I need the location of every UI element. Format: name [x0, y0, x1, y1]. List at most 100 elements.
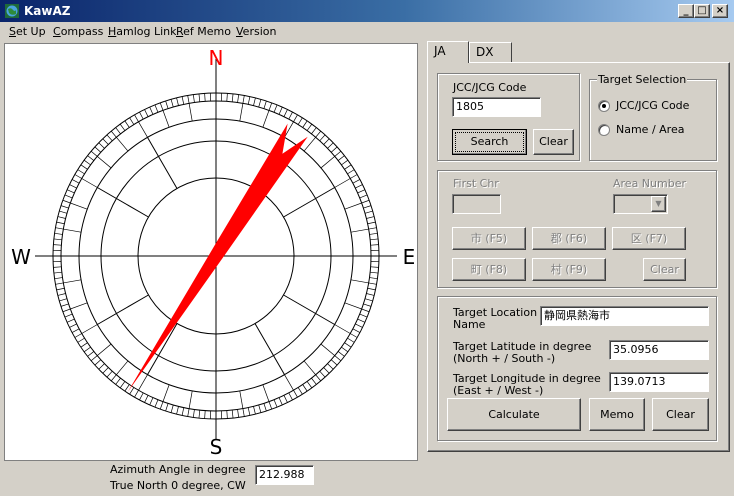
compass-tick [94, 146, 102, 153]
compass-tick [258, 99, 262, 108]
compass-tick [344, 342, 352, 348]
menu-compass[interactable]: Compass [53, 25, 103, 39]
compass-spoke [283, 294, 335, 325]
compass-tick [62, 199, 88, 210]
radio-name-area-label[interactable]: Name / Area [616, 123, 684, 137]
compass-tick [149, 106, 154, 115]
compass-tick [170, 99, 174, 108]
menu-hamlog-link[interactable]: Hamlog Link [108, 25, 177, 39]
compass-tick [129, 387, 135, 395]
compass-tick [53, 238, 62, 241]
menu-setup[interactable]: Set Up [9, 25, 46, 39]
compass-tick [165, 100, 169, 109]
compass-tick [367, 287, 376, 291]
compass-tick [106, 370, 113, 378]
ward-button[interactable]: 区 (F7) [612, 227, 686, 250]
location-name-input[interactable]: 静岡県熱海市 [540, 306, 709, 326]
compass-tick [319, 370, 326, 378]
area-number-select[interactable]: ▼ [613, 194, 668, 214]
compass-tick [98, 363, 105, 370]
compass-tick [288, 111, 293, 120]
tab-dx-label: DX [476, 45, 494, 59]
compass-tick [302, 120, 308, 128]
compass-tick [80, 342, 88, 348]
close-button[interactable]: × [712, 4, 728, 18]
compass-tick [258, 404, 262, 413]
compass-tick [59, 298, 68, 302]
compass-tick [364, 210, 373, 214]
compass-tick [366, 216, 375, 219]
compass-tick [57, 293, 66, 296]
tab-ja[interactable]: JA [427, 41, 469, 63]
compass-tick [60, 205, 69, 209]
location-label-line2: Name [453, 318, 486, 331]
city-button[interactable]: 市 (F5) [452, 227, 526, 250]
compass-tick [139, 392, 144, 401]
code-input[interactable]: 1805 [452, 97, 541, 117]
compass-tick [176, 406, 179, 415]
target-clear-button[interactable]: Clear [652, 398, 709, 431]
village-button[interactable]: 村 (F9) [532, 258, 606, 281]
chevron-down-icon[interactable]: ▼ [651, 196, 666, 212]
compass-tick [344, 302, 370, 313]
menu-bar: Set Up Compass Hamlog Link Ref Memo Vers… [0, 22, 734, 42]
radio-name-area[interactable] [598, 124, 610, 136]
radio-jcc-code[interactable] [598, 100, 610, 112]
compass-tick [204, 93, 206, 102]
compass-tick [369, 277, 378, 280]
county-button[interactable]: 郡 (F6) [532, 227, 606, 250]
compass-tick [124, 384, 130, 392]
compass-tick [237, 409, 240, 418]
menu-version[interactable]: Version [236, 25, 276, 39]
compass-tick [170, 404, 174, 413]
compass-tick [357, 189, 366, 194]
compass-tick [159, 384, 170, 410]
compass-tick [367, 221, 376, 225]
compass-tick [247, 407, 251, 416]
minimize-button[interactable]: _ [678, 4, 694, 18]
compass-tick [159, 102, 170, 128]
compass-tick [149, 397, 154, 406]
azimuth-output[interactable]: 212.988 [255, 465, 314, 485]
compass-tick [366, 293, 375, 296]
compass-tick [370, 244, 379, 246]
compass-tick [341, 159, 349, 166]
compass-tick [192, 94, 195, 103]
compass-tick [231, 410, 234, 419]
compass-tick [53, 244, 62, 246]
compass-tick [319, 134, 326, 142]
compass-tick [239, 95, 245, 122]
longitude-input[interactable]: 139.0713 [609, 372, 709, 392]
tab-dx[interactable]: DX [469, 42, 512, 63]
search-button[interactable]: Search [452, 129, 527, 155]
title-bar[interactable]: KawAZ _ □ × [0, 0, 734, 22]
compass-tick [115, 127, 121, 135]
compass-tick [327, 363, 334, 370]
latitude-input[interactable]: 35.0956 [609, 340, 709, 360]
compass-tick [337, 351, 345, 357]
compass-tick [87, 351, 95, 357]
compass-tick [327, 142, 334, 149]
first-chr-input[interactable] [452, 194, 501, 214]
azimuth-label-line1: Azimuth Angle in degree [110, 463, 246, 476]
area-clear-button[interactable]: Clear [643, 258, 686, 281]
compass-tick [56, 287, 65, 291]
maximize-button[interactable]: □ [694, 4, 710, 18]
calculate-button[interactable]: Calculate [447, 398, 581, 431]
compass-tick [370, 238, 379, 241]
north-label: N [209, 46, 224, 70]
compass-tick [288, 392, 293, 401]
radio-jcc-code-label[interactable]: JCC/JCG Code [616, 99, 689, 113]
first-chr-label: First Chr [453, 177, 499, 190]
code-clear-button[interactable]: Clear [533, 129, 574, 155]
compass-tick [330, 146, 338, 153]
compass-tick [59, 210, 68, 214]
town-button[interactable]: 町 (F8) [452, 258, 526, 281]
target-selection-group [589, 79, 717, 161]
menu-ref-memo[interactable]: Ref Memo [176, 25, 231, 39]
compass-tick [102, 138, 109, 145]
compass-tick [66, 189, 75, 194]
compass-tick [83, 159, 91, 166]
compass-tick [364, 298, 373, 302]
memo-button[interactable]: Memo [589, 398, 645, 431]
